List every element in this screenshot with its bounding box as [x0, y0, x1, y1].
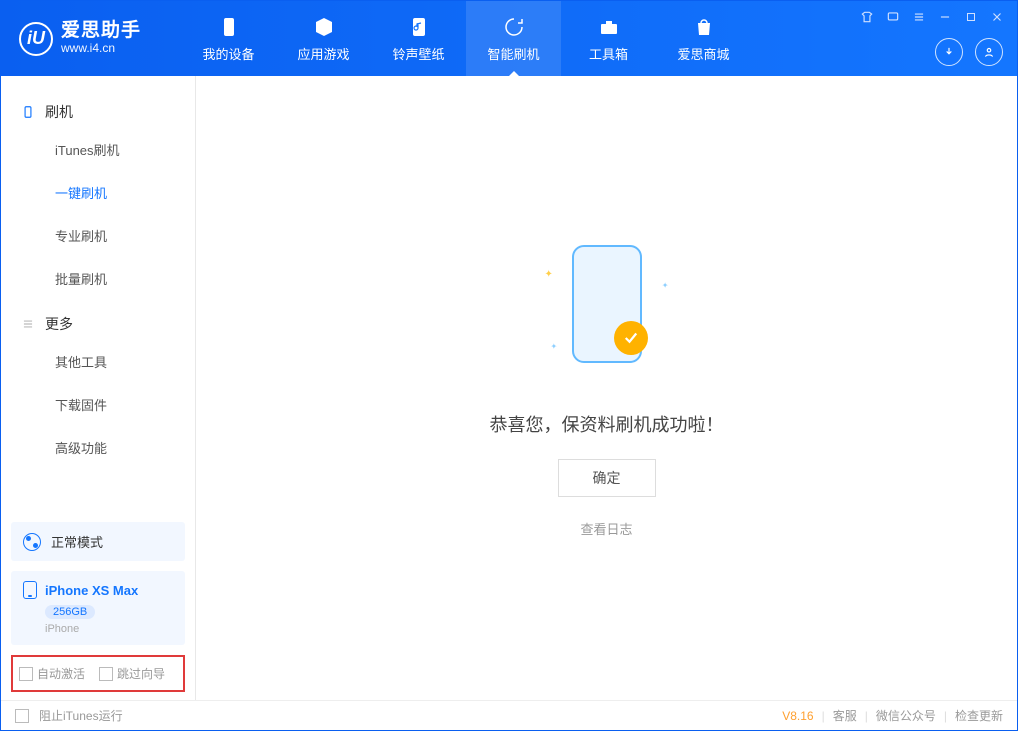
sidebar-item-pro-flash[interactable]: 专业刷机	[1, 214, 195, 257]
device-phone-icon	[23, 581, 37, 599]
sparkle-icon: ✦	[662, 281, 669, 290]
feedback-icon[interactable]	[885, 9, 901, 25]
sidebar-section-flash: 刷机	[1, 88, 195, 128]
phone-illustration	[572, 245, 642, 363]
view-log-link[interactable]: 查看日志	[580, 519, 632, 538]
nav-my-device[interactable]: 我的设备	[181, 1, 276, 76]
sidebar-item-advanced[interactable]: 高级功能	[1, 426, 195, 469]
mode-card[interactable]: 正常模式	[11, 522, 185, 561]
nav-label: 爱思商城	[677, 44, 729, 63]
success-message: 恭喜您，保资料刷机成功啦！	[490, 411, 724, 437]
version-label: V8.16	[782, 709, 813, 723]
close-button[interactable]	[989, 9, 1005, 25]
bag-icon	[691, 14, 717, 40]
device-name: iPhone XS Max	[45, 583, 138, 598]
sidebar-section-more: 更多	[1, 300, 195, 340]
app-body: 刷机 iTunes刷机 一键刷机 专业刷机 批量刷机 更多 其他工具 下载固件 …	[1, 76, 1017, 700]
header-action-circles	[935, 38, 1003, 66]
options-highlight-box: 自动激活 跳过向导	[11, 655, 185, 692]
menu-icon[interactable]	[911, 9, 927, 25]
logo-area: iU 爱思助手 www.i4.cn	[1, 1, 181, 76]
checkbox-icon	[15, 709, 29, 723]
checkbox-auto-activate[interactable]: 自动激活	[19, 665, 85, 682]
success-illustration: ✦ ✦ ✦	[517, 239, 697, 369]
sidebar: 刷机 iTunes刷机 一键刷机 专业刷机 批量刷机 更多 其他工具 下载固件 …	[1, 76, 196, 700]
checkbox-text: 跳过向导	[117, 665, 165, 682]
main-content: ✦ ✦ ✦ 恭喜您，保资料刷机成功啦！ 确定 查看日志	[196, 76, 1017, 700]
minimize-button[interactable]	[937, 9, 953, 25]
section-label: 刷机	[45, 102, 73, 122]
checkbox-icon	[99, 667, 113, 681]
nav-label: 我的设备	[202, 44, 254, 63]
user-button[interactable]	[975, 38, 1003, 66]
toolbox-icon	[596, 14, 622, 40]
nav-label: 铃声壁纸	[392, 44, 444, 63]
check-update-link[interactable]: 检查更新	[955, 707, 1003, 724]
device-capacity: 256GB	[45, 605, 95, 619]
nav-label: 应用游戏	[297, 44, 349, 63]
window-controls	[859, 9, 1005, 25]
sidebar-item-other-tools[interactable]: 其他工具	[1, 340, 195, 383]
section-label: 更多	[45, 314, 73, 334]
app-header: iU 爱思助手 www.i4.cn 我的设备 应用游戏 铃声壁纸 智能刷机 工具…	[1, 1, 1017, 76]
skin-icon[interactable]	[859, 9, 875, 25]
device-card[interactable]: iPhone XS Max 256GB iPhone	[11, 571, 185, 645]
status-bar: 阻止iTunes运行 V8.16 | 客服 | 微信公众号 | 检查更新	[1, 700, 1017, 730]
sidebar-item-batch-flash[interactable]: 批量刷机	[1, 257, 195, 300]
sidebar-item-itunes-flash[interactable]: iTunes刷机	[1, 128, 195, 171]
download-button[interactable]	[935, 38, 963, 66]
nav-apps-games[interactable]: 应用游戏	[276, 1, 371, 76]
mode-label: 正常模式	[51, 532, 103, 551]
device-type: iPhone	[45, 623, 173, 635]
cube-icon	[311, 14, 337, 40]
wechat-link[interactable]: 微信公众号	[876, 707, 936, 724]
checkbox-skip-guide[interactable]: 跳过向导	[99, 665, 165, 682]
sparkle-icon: ✦	[551, 342, 558, 351]
nav-label: 智能刷机	[487, 44, 539, 63]
sparkle-icon: ✦	[545, 269, 553, 280]
phone-outline-icon	[21, 105, 35, 119]
logo-text: 爱思助手 www.i4.cn	[61, 21, 141, 55]
music-file-icon	[406, 14, 432, 40]
sidebar-item-download-firmware[interactable]: 下载固件	[1, 383, 195, 426]
refresh-shield-icon	[501, 14, 527, 40]
footer-right: V8.16 | 客服 | 微信公众号 | 检查更新	[782, 707, 1003, 724]
nav-toolbox[interactable]: 工具箱	[561, 1, 656, 76]
support-link[interactable]: 客服	[833, 707, 857, 724]
top-nav: 我的设备 应用游戏 铃声壁纸 智能刷机 工具箱 爱思商城	[181, 1, 751, 76]
device-row: iPhone XS Max	[23, 581, 173, 599]
check-badge-icon	[614, 321, 648, 355]
list-icon	[21, 317, 35, 331]
nav-store[interactable]: 爱思商城	[656, 1, 751, 76]
mode-icon	[23, 533, 41, 551]
checkbox-text: 阻止iTunes运行	[39, 707, 123, 724]
app-subtitle: www.i4.cn	[61, 42, 141, 55]
app-title: 爱思助手	[61, 21, 141, 42]
checkbox-text: 自动激活	[37, 665, 85, 682]
nav-label: 工具箱	[589, 44, 628, 63]
nav-ringtones[interactable]: 铃声壁纸	[371, 1, 466, 76]
checkbox-icon	[19, 667, 33, 681]
ok-button[interactable]: 确定	[558, 459, 656, 497]
phone-icon	[216, 14, 242, 40]
checkbox-block-itunes[interactable]: 阻止iTunes运行	[15, 707, 123, 724]
nav-smart-flash[interactable]: 智能刷机	[466, 1, 561, 76]
sidebar-item-one-click-flash[interactable]: 一键刷机	[1, 171, 195, 214]
maximize-button[interactable]	[963, 9, 979, 25]
logo-icon: iU	[19, 22, 53, 56]
